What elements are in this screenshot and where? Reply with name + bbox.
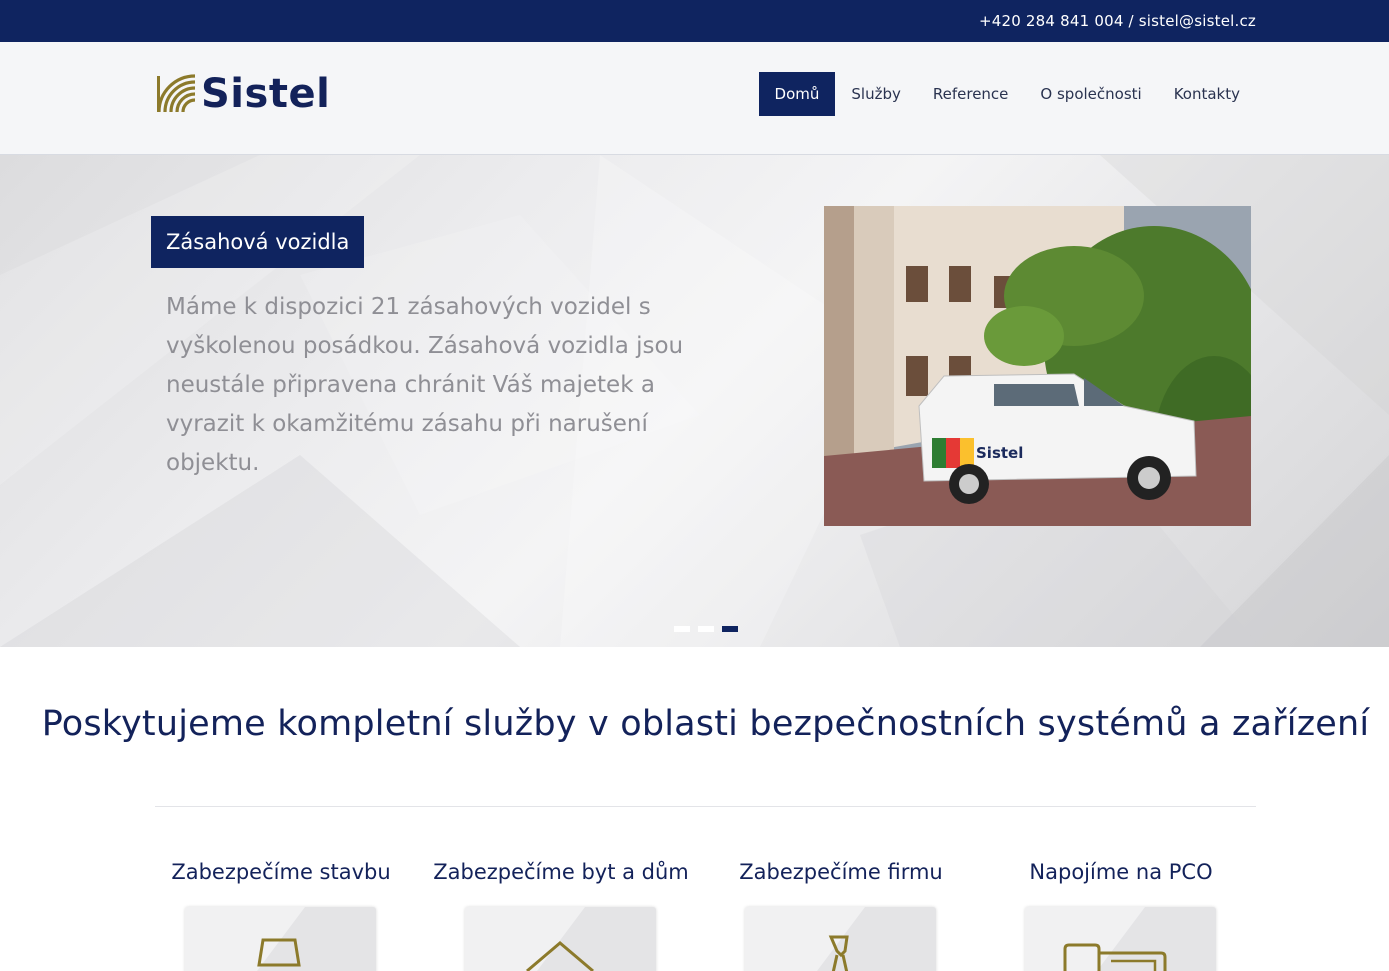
service-title-firma[interactable]: Zabezpečíme firmu — [701, 860, 981, 884]
service-card-stavba[interactable] — [185, 907, 376, 971]
slider-dot-1[interactable] — [674, 626, 690, 632]
slide-photo-van: Sistel — [824, 206, 1251, 526]
building-icon — [257, 907, 376, 971]
slider-dot-3[interactable] — [722, 626, 738, 632]
site-header: Sistel Domů Služby Reference O společnos… — [0, 42, 1389, 155]
logo[interactable]: Sistel — [157, 72, 330, 116]
main-nav: Domů Služby Reference O společnosti Kont… — [758, 72, 1256, 116]
services-headline: Poskytujeme kompletní služby v oblasti b… — [41, 704, 1370, 744]
slider-dot-2[interactable] — [698, 626, 714, 632]
service-title-byt-dum[interactable]: Zabezpečíme byt a dům — [421, 860, 701, 884]
slider-pagination — [674, 626, 738, 632]
logo-waves-icon — [157, 74, 196, 113]
service-title-stavba[interactable]: Zabezpečíme stavbu — [141, 860, 421, 884]
hero-slider: Zásahová vozidla Máme k dispozici 21 zás… — [0, 155, 1389, 647]
section-divider — [155, 806, 1256, 807]
house-icon — [526, 907, 656, 971]
nav-item-domu[interactable]: Domů — [758, 72, 836, 116]
van-logo-text: Sistel — [976, 444, 1023, 462]
nav-item-kontakty[interactable]: Kontakty — [1158, 72, 1256, 116]
slide-title: Zásahová vozidla — [151, 216, 365, 268]
service-card-firma[interactable] — [745, 907, 936, 971]
service-title-pco[interactable]: Napojíme na PCO — [981, 860, 1261, 884]
businessman-icon — [817, 907, 936, 971]
nav-item-reference[interactable]: Reference — [917, 72, 1025, 116]
nav-item-o-spolecnosti[interactable]: O společnosti — [1024, 72, 1157, 116]
monitor-icon — [1063, 907, 1216, 971]
service-card-byt-dum[interactable] — [465, 907, 656, 971]
contact-info[interactable]: +420 284 841 004 / sistel@sistel.cz — [979, 12, 1256, 30]
top-contact-bar: +420 284 841 004 / sistel@sistel.cz — [0, 0, 1389, 42]
service-card-pco[interactable] — [1025, 907, 1216, 971]
slide-description: Máme k dispozici 21 zásahových vozidel s… — [166, 294, 684, 476]
nav-item-sluzby[interactable]: Služby — [835, 72, 916, 116]
logo-text: Sistel — [201, 71, 331, 117]
